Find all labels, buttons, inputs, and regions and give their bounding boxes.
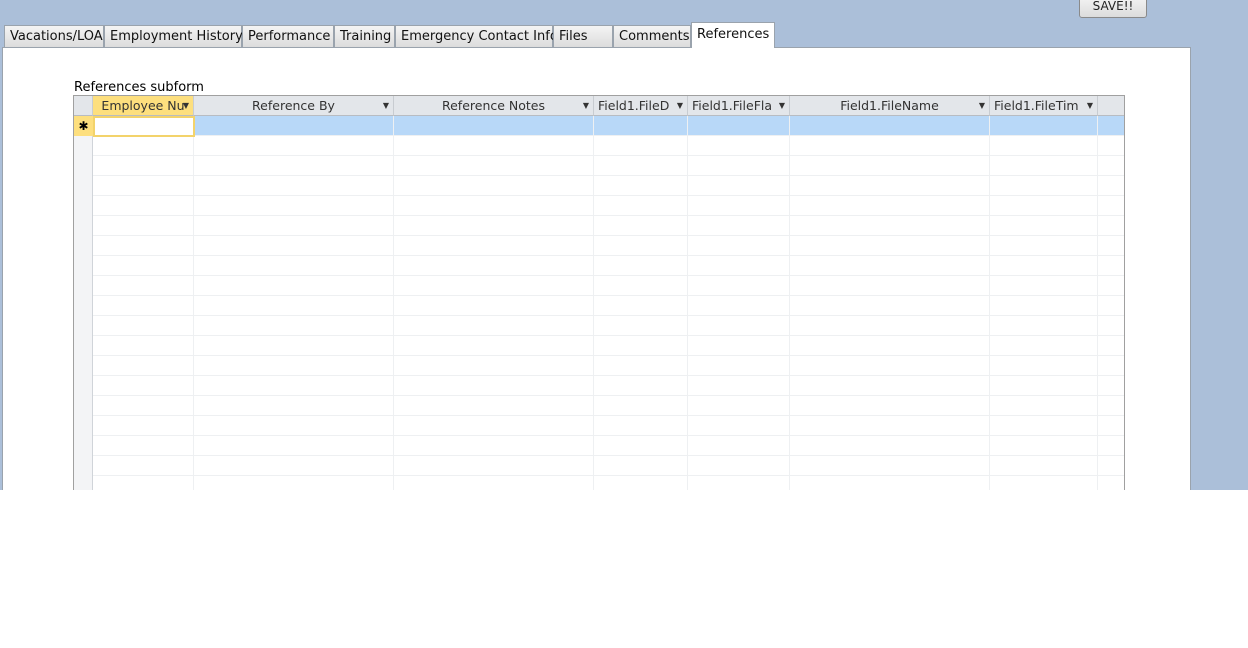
column-divider <box>193 116 194 490</box>
empty-row[interactable] <box>74 296 1124 316</box>
column-divider <box>989 116 990 490</box>
empty-row[interactable] <box>74 316 1124 336</box>
empty-row[interactable] <box>74 256 1124 276</box>
tab-references[interactable]: References <box>691 22 775 48</box>
empty-row[interactable] <box>74 396 1124 416</box>
column-divider <box>1097 116 1098 490</box>
subform-label: References subform <box>74 80 204 95</box>
new-record-icon: ✱ <box>74 116 93 136</box>
empty-row[interactable] <box>74 236 1124 256</box>
tab-employment-history[interactable]: Employment History <box>104 25 243 47</box>
column-header-label: Reference Notes <box>441 98 546 113</box>
empty-row[interactable] <box>74 216 1124 236</box>
column-header[interactable]: Field1.FileName ▼ <box>790 96 990 116</box>
column-divider <box>393 116 394 490</box>
empty-row[interactable] <box>74 176 1124 196</box>
column-header-label: Employee Nu <box>101 98 185 113</box>
column-header[interactable]: Reference Notes ▼ <box>394 96 594 116</box>
dropdown-arrow-icon[interactable]: ▼ <box>779 96 785 115</box>
column-header-label: Reference By <box>252 98 335 113</box>
dropdown-arrow-icon[interactable]: ▼ <box>383 96 389 115</box>
column-header[interactable]: Employee Nu ▼ <box>93 96 194 116</box>
empty-row[interactable] <box>74 156 1124 176</box>
references-datasheet[interactable]: ✱ Employee Nu ▼ Reference By ▼ Reference Note… <box>73 95 1125 490</box>
column-divider <box>593 116 594 490</box>
tab-vacations-loa[interactable]: Vacations/LOA <box>4 25 104 47</box>
tab-files[interactable]: Files <box>553 25 613 47</box>
column-header-label: Field1.FileTim <box>994 98 1079 113</box>
column-header[interactable]: Field1.FileD ▼ <box>594 96 688 116</box>
dropdown-arrow-icon[interactable]: ▼ <box>183 96 189 115</box>
column-header[interactable]: Field1.FileFla ▼ <box>688 96 790 116</box>
empty-row[interactable] <box>74 376 1124 396</box>
dropdown-arrow-icon[interactable]: ▼ <box>979 96 985 115</box>
dropdown-arrow-icon[interactable]: ▼ <box>1087 96 1093 115</box>
empty-row[interactable] <box>74 436 1124 456</box>
new-record-row[interactable] <box>74 116 1124 136</box>
tab-training[interactable]: Training <box>334 25 395 47</box>
column-divider <box>789 116 790 490</box>
employee-number-input[interactable] <box>93 116 195 137</box>
tab-emergency-contact-info[interactable]: Emergency Contact Info <box>395 25 558 47</box>
dropdown-arrow-icon[interactable]: ▼ <box>677 96 683 115</box>
empty-row[interactable] <box>74 476 1124 490</box>
column-header-label: Field1.FileFla <box>692 98 773 113</box>
column-header[interactable]: Field1.FileTim ▼ <box>990 96 1098 116</box>
empty-row[interactable] <box>74 456 1124 476</box>
empty-row[interactable] <box>74 356 1124 376</box>
save-button[interactable]: SAVE!! <box>1079 0 1147 18</box>
empty-row[interactable] <box>74 136 1124 156</box>
record-selector-column[interactable] <box>74 116 93 490</box>
empty-row[interactable] <box>74 196 1124 216</box>
select-all-corner[interactable] <box>74 96 93 116</box>
dropdown-arrow-icon[interactable]: ▼ <box>583 96 589 115</box>
tab-performance[interactable]: Performance <box>242 25 334 47</box>
header-filler <box>1098 96 1124 116</box>
column-header-label: Field1.FileD <box>598 98 670 113</box>
empty-row[interactable] <box>74 416 1124 436</box>
empty-row[interactable] <box>74 276 1124 296</box>
column-header-label: Field1.FileName <box>840 98 939 113</box>
tab-comments[interactable]: Comments <box>613 25 691 47</box>
column-header[interactable]: Reference By ▼ <box>194 96 394 116</box>
column-divider <box>687 116 688 490</box>
empty-row[interactable] <box>74 336 1124 356</box>
